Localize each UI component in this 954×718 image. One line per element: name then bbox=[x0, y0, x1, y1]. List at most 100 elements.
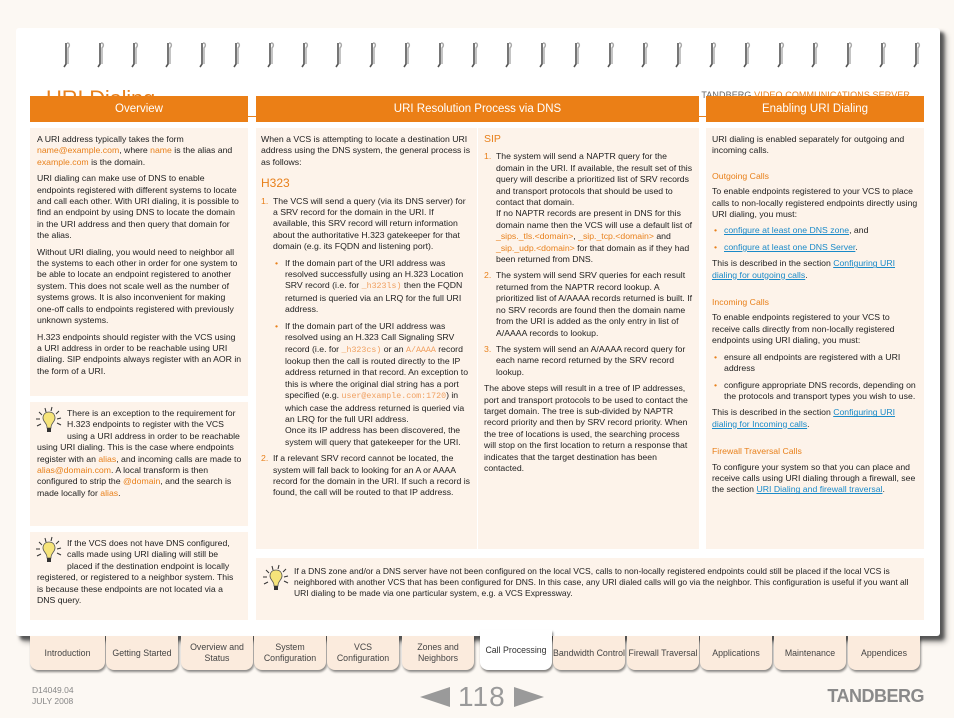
section-header-enabling: Enabling URI Dialing bbox=[706, 96, 924, 122]
tab-getting-started[interactable]: Getting Started bbox=[106, 636, 178, 670]
list-item: configure at least one DNS Server. bbox=[712, 242, 918, 254]
dns-server-link[interactable]: configure at least one DNS Server bbox=[724, 242, 855, 252]
incoming-desc: This is described in the section Configu… bbox=[712, 407, 896, 429]
tab-bandwidth-control[interactable]: Bandwidth Control bbox=[553, 636, 625, 670]
next-page-arrow-icon[interactable] bbox=[513, 687, 544, 707]
incoming-text: To enable endpoints registered to your V… bbox=[712, 312, 895, 346]
tandberg-logo: TANDBERG bbox=[827, 686, 924, 706]
binder-ring-icon bbox=[640, 42, 650, 68]
section-header-resolution: URI Resolution Process via DNS bbox=[256, 96, 699, 122]
list-item: 2. The system will send SRV queries for e… bbox=[484, 270, 693, 338]
binder-ring-icon bbox=[912, 42, 922, 68]
binder-ring-icon bbox=[538, 42, 548, 68]
binder-ring-icon bbox=[96, 42, 106, 68]
tab-vcs-configuration[interactable]: VCS Configuration bbox=[327, 636, 399, 670]
tab-label: VCS Configuration bbox=[336, 642, 390, 663]
binder-ring-icon bbox=[402, 42, 412, 68]
page-number: 118 bbox=[458, 681, 506, 712]
list-item: configure appropriate DNS records, depen… bbox=[712, 380, 918, 403]
binder-ring-icon bbox=[198, 42, 208, 68]
section-header-overview: Overview bbox=[30, 96, 248, 122]
tab-zones-and-neighbors[interactable]: Zones and Neighbors bbox=[402, 636, 474, 670]
tip-box: There is an exception to the requirement… bbox=[30, 402, 248, 526]
h323-heading: H323 bbox=[261, 176, 290, 191]
binder-ring-icon bbox=[810, 42, 820, 68]
tab-label: Bandwidth Control bbox=[553, 647, 625, 658]
enabling-panel: URI dialing is enabled separately for ou… bbox=[706, 128, 924, 549]
tab-label: Introduction bbox=[44, 647, 91, 658]
tab-maintenance[interactable]: Maintenance bbox=[774, 636, 846, 670]
tab-call-processing[interactable]: Call Processing bbox=[480, 630, 552, 670]
tip-box: If a DNS zone and/or a DNS server have n… bbox=[256, 558, 924, 620]
binder-ring-icon bbox=[164, 42, 174, 68]
incoming-calls-heading: Incoming Calls bbox=[712, 297, 769, 308]
binder-ring-icon bbox=[504, 42, 514, 68]
list-item: 2. If a relevant SRV record cannot be loc… bbox=[261, 453, 471, 498]
binder-ring-icon bbox=[572, 42, 582, 68]
tab-label: Applications bbox=[712, 647, 760, 658]
lightbulb-icon bbox=[36, 406, 62, 432]
tab-appendices[interactable]: Appendices bbox=[848, 636, 920, 670]
tab-introduction[interactable]: Introduction bbox=[30, 636, 105, 670]
binder-ring-icon bbox=[334, 42, 344, 68]
document-info: D14049.04 JULY 2008 bbox=[32, 685, 74, 707]
h323-panel: When a VCS is attempting to locate a des… bbox=[256, 128, 477, 549]
overview-paragraph: A URI address typically takes the form n… bbox=[37, 134, 233, 167]
overview-paragraph: Without URI dialing, you would need to n… bbox=[37, 246, 238, 326]
dns-zone-link[interactable]: configure at least one DNS zone bbox=[724, 225, 849, 235]
overview-panel: A URI address typically takes the form n… bbox=[30, 128, 248, 396]
binder-ring-icon bbox=[130, 42, 140, 68]
list-item: 3. The system will send an A/AAAA record … bbox=[484, 343, 686, 377]
page-navigator: 118 bbox=[420, 680, 544, 714]
lightbulb-icon bbox=[36, 536, 62, 562]
tab-firewall-traversal[interactable]: Firewall Traversal bbox=[627, 636, 699, 670]
outgoing-desc: This is described in the section Configu… bbox=[712, 258, 896, 280]
binder-ring-icon bbox=[266, 42, 276, 68]
outgoing-text: To enable endpoints registered to your V… bbox=[712, 186, 918, 220]
tab-overview-and-status[interactable]: Overview and Status bbox=[181, 636, 253, 670]
firewall-text: To configure your system so that you can… bbox=[712, 461, 916, 495]
binder-ring-icon bbox=[776, 42, 786, 68]
spiral-binding bbox=[62, 42, 932, 72]
binder-ring-icon bbox=[436, 42, 446, 68]
binder-ring-icon bbox=[470, 42, 480, 68]
list-item: configure at least one DNS zone, and bbox=[712, 225, 918, 237]
binder-ring-icon bbox=[674, 42, 684, 68]
lightbulb-icon bbox=[263, 564, 289, 590]
tip-box: If the VCS does not have DNS configured,… bbox=[30, 532, 248, 620]
binder-ring-icon bbox=[368, 42, 378, 68]
binder-ring-icon bbox=[742, 42, 752, 68]
resolution-intro: When a VCS is attempting to locate a des… bbox=[261, 134, 471, 167]
sip-panel: SIP 1. The system will send a NAPTR query… bbox=[478, 128, 699, 549]
binder-ring-icon bbox=[232, 42, 242, 68]
binder-ring-icon bbox=[844, 42, 854, 68]
sip-heading: SIP bbox=[484, 133, 501, 145]
firewall-calls-heading: Firewall Traversal Calls bbox=[712, 446, 802, 457]
list-item: 1. The VCS will send a query (via its DNS… bbox=[261, 196, 472, 449]
tab-label: Maintenance bbox=[784, 647, 836, 658]
tab-system-configuration[interactable]: System Configuration bbox=[254, 636, 326, 670]
binder-ring-icon bbox=[878, 42, 888, 68]
previous-page-arrow-icon[interactable] bbox=[420, 687, 450, 707]
list-item: If the domain part of the URI address wa… bbox=[273, 258, 472, 316]
list-item: 1. The system will send a NAPTR query for… bbox=[484, 151, 693, 265]
tab-label: Getting Started bbox=[112, 647, 172, 658]
tab-label: Overview and Status bbox=[190, 642, 244, 663]
tab-label: Appendices bbox=[861, 647, 907, 658]
tab-label: Call Processing bbox=[485, 644, 547, 655]
list-item: ensure all endpoints are registered with… bbox=[712, 352, 918, 375]
chapter-tabs: Introduction Getting Started Overview and … bbox=[28, 630, 924, 670]
binder-ring-icon bbox=[300, 42, 310, 68]
tab-label: Firewall Traversal bbox=[628, 647, 698, 658]
tab-label: System Configuration bbox=[263, 642, 317, 663]
binder-ring-icon bbox=[606, 42, 616, 68]
binder-ring-icon bbox=[708, 42, 718, 68]
resolution-summary: The above steps will result in a tree of… bbox=[484, 383, 688, 473]
firewall-traversal-link[interactable]: URI Dialing and firewall traversal bbox=[756, 484, 882, 494]
enabling-intro: URI dialing is enabled separately for ou… bbox=[712, 134, 905, 156]
tab-applications[interactable]: Applications bbox=[700, 636, 772, 670]
overview-paragraph: H.323 endpoints should register with the… bbox=[37, 331, 242, 376]
list-item: If the domain part of the URI address wa… bbox=[273, 321, 472, 448]
document-id: D14049.04 bbox=[32, 685, 74, 695]
outgoing-calls-heading: Outgoing Calls bbox=[712, 170, 769, 181]
